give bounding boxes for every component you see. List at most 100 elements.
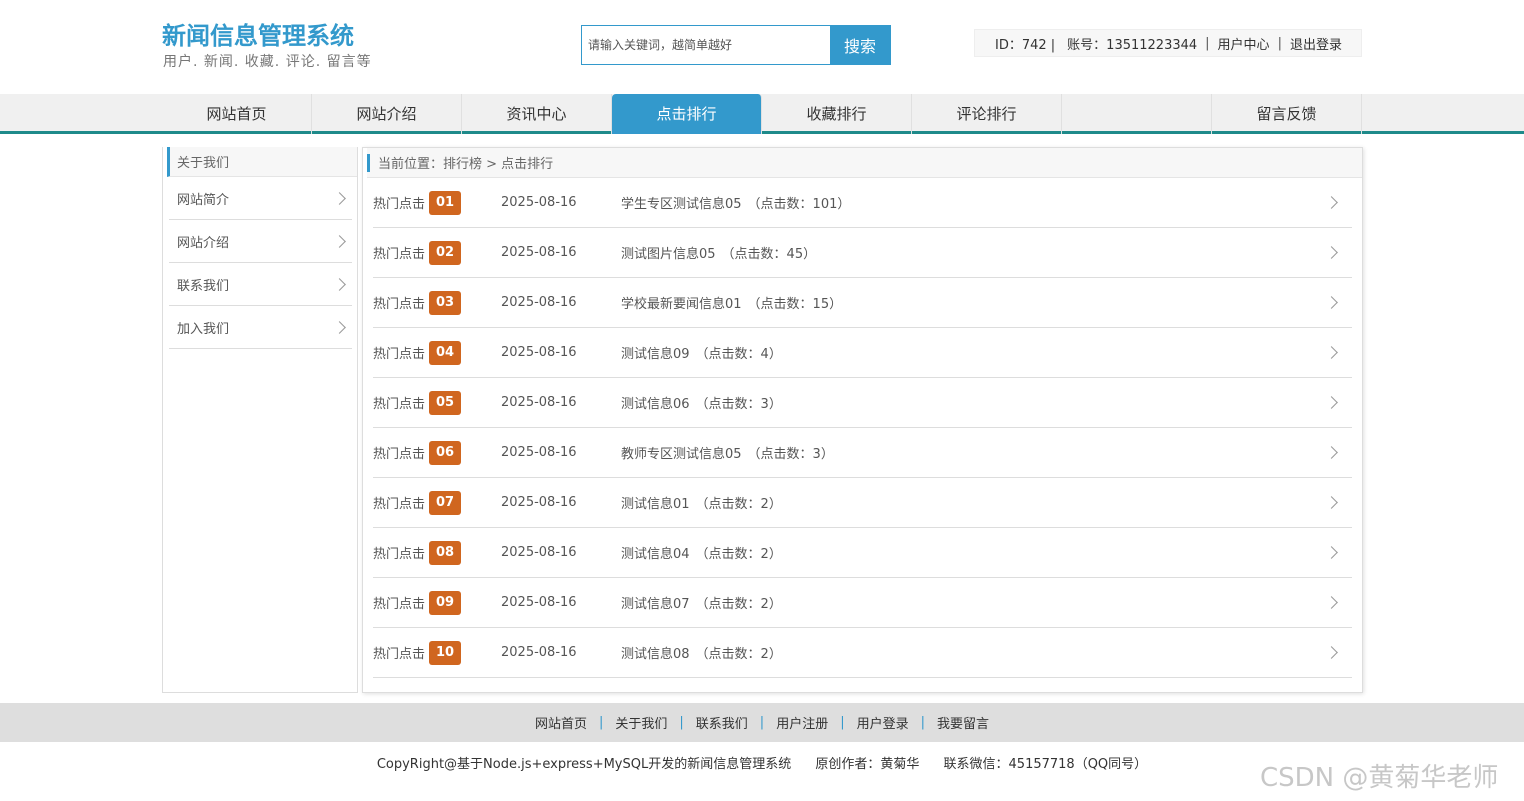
- hot-click-label: 热门点击: [373, 297, 426, 312]
- sidebar-item-label: 网站介绍: [177, 235, 230, 251]
- ranking-panel: 当前位置：排行榜 > 点击排行 热门点击 01 2025-08-16 学生专区测试信息…: [362, 147, 1363, 693]
- ranking-row[interactable]: 热门点击 02 2025-08-16 测试图片信息05 （点击数：45）: [373, 228, 1352, 278]
- footer-nav: 网站首页 | 关于我们 | 联系我们 | 用户注册 | 用户登录 | 我要留言: [0, 703, 1524, 742]
- separator: |: [679, 715, 684, 730]
- footer-link-login[interactable]: 用户登录: [857, 713, 909, 732]
- logout-link[interactable]: 退出登录: [1290, 34, 1342, 53]
- sidebar-item-join[interactable]: 加入我们: [169, 306, 352, 349]
- chevron-right-icon: [1325, 296, 1338, 309]
- rank-badge: 05: [429, 390, 461, 415]
- news-date: 2025-08-16: [501, 245, 577, 260]
- ranking-row[interactable]: 热门点击 07 2025-08-16 测试信息01 （点击数：2）: [373, 478, 1352, 528]
- hot-click-label: 热门点击: [373, 347, 426, 362]
- news-title[interactable]: 测试信息08: [621, 647, 690, 662]
- separator: |: [1277, 35, 1282, 51]
- contact-text: 联系微信：45157718（QQ同号）: [943, 757, 1148, 772]
- news-title[interactable]: 学生专区测试信息05: [621, 197, 742, 212]
- footer-link-home[interactable]: 网站首页: [535, 713, 587, 732]
- separator: |: [1205, 35, 1210, 51]
- nav-item-click-ranking[interactable]: 点击排行: [612, 94, 762, 134]
- news-date: 2025-08-16: [501, 595, 577, 610]
- rank-badge: 01: [429, 190, 461, 215]
- news-title[interactable]: 测试信息07: [621, 597, 690, 612]
- ranking-row[interactable]: 热门点击 03 2025-08-16 学校最新要闻信息01 （点击数：15）: [373, 278, 1352, 328]
- footer-link-about[interactable]: 关于我们: [615, 713, 667, 732]
- ranking-row[interactable]: 热门点击 01 2025-08-16 学生专区测试信息05 （点击数：101）: [373, 178, 1352, 228]
- ranking-row[interactable]: 热门点击 10 2025-08-16 测试信息08 （点击数：2）: [373, 628, 1352, 678]
- click-count: （点击数：2）: [695, 647, 782, 662]
- site-subtitle: 用户. 新闻. 收藏. 评论. 留言等: [163, 54, 372, 70]
- sidebar-heading: 关于我们: [167, 147, 357, 177]
- sidebar-item-intro[interactable]: 网站介绍: [169, 220, 352, 263]
- news-title[interactable]: 测试信息04: [621, 547, 690, 562]
- search-button[interactable]: 搜索: [830, 26, 890, 64]
- chevron-right-icon: [1325, 546, 1338, 559]
- sidebar-item-label: 联系我们: [177, 278, 230, 294]
- user-center-link[interactable]: 用户中心: [1218, 34, 1270, 53]
- click-count: （点击数：2）: [695, 497, 782, 512]
- breadcrumb: 当前位置：排行榜 > 点击排行: [367, 148, 1362, 178]
- footer-link-message[interactable]: 我要留言: [937, 713, 989, 732]
- separator: |: [840, 715, 845, 730]
- site-title[interactable]: 新闻信息管理系统: [162, 16, 354, 51]
- ranking-row[interactable]: 热门点击 06 2025-08-16 教师专区测试信息05 （点击数：3）: [373, 428, 1352, 478]
- news-title[interactable]: 测试图片信息05: [621, 247, 716, 262]
- news-title-group: 测试信息01 （点击数：2）: [621, 493, 1327, 512]
- news-title-group: 教师专区测试信息05 （点击数：3）: [621, 443, 1327, 462]
- nav-item-home[interactable]: 网站首页: [162, 94, 312, 134]
- user-id: ID：742 |: [995, 37, 1056, 53]
- news-title[interactable]: 测试信息01: [621, 497, 690, 512]
- news-title[interactable]: 教师专区测试信息05: [621, 447, 742, 462]
- rank-badge: 02: [429, 240, 461, 265]
- sidebar-item-contact[interactable]: 联系我们: [169, 263, 352, 306]
- rank-badge: 07: [429, 490, 461, 515]
- ranking-row[interactable]: 热门点击 09 2025-08-16 测试信息07 （点击数：2）: [373, 578, 1352, 628]
- nav-item-intro[interactable]: 网站介绍: [312, 94, 462, 134]
- news-date: 2025-08-16: [501, 395, 577, 410]
- news-date: 2025-08-16: [501, 495, 577, 510]
- sidebar-item-label: 加入我们: [177, 321, 230, 337]
- breadcrumb-text: 当前位置：排行榜 > 点击排行: [378, 157, 554, 172]
- chevron-right-icon: [1325, 596, 1338, 609]
- hot-click-label: 热门点击: [373, 597, 426, 612]
- rank-badge: 03: [429, 290, 461, 315]
- hot-click-label: 热门点击: [373, 247, 426, 262]
- news-date: 2025-08-16: [501, 195, 577, 210]
- search-input[interactable]: [582, 26, 830, 64]
- nav-item-comment-ranking[interactable]: 评论排行: [912, 94, 1062, 134]
- footer-link-register[interactable]: 用户注册: [776, 713, 828, 732]
- separator: |: [920, 715, 925, 730]
- watermark: CSDN @黄菊华老师: [1260, 763, 1499, 793]
- rank-badge: 08: [429, 540, 461, 565]
- hot-click-label: 热门点击: [373, 647, 426, 662]
- rank-badge: 09: [429, 590, 461, 615]
- nav-item-favorite-ranking[interactable]: 收藏排行: [762, 94, 912, 134]
- news-title[interactable]: 学校最新要闻信息01: [621, 297, 742, 312]
- news-title[interactable]: 测试信息09: [621, 347, 690, 362]
- rank-badge: 06: [429, 440, 461, 465]
- news-title-group: 学校最新要闻信息01 （点击数：15）: [621, 293, 1327, 312]
- click-count: （点击数：3）: [747, 447, 834, 462]
- click-count: （点击数：2）: [695, 547, 782, 562]
- chevron-right-icon: [1325, 646, 1338, 659]
- breadcrumb-accent-bar: [367, 153, 370, 172]
- ranking-row[interactable]: 热门点击 04 2025-08-16 测试信息09 （点击数：4）: [373, 328, 1352, 378]
- sidebar-item-profile[interactable]: 网站简介: [169, 177, 352, 220]
- footer-link-contact[interactable]: 联系我们: [696, 713, 748, 732]
- news-title[interactable]: 测试信息06: [621, 397, 690, 412]
- news-title-group: 测试信息07 （点击数：2）: [621, 593, 1327, 612]
- nav-item-news[interactable]: 资讯中心: [462, 94, 612, 134]
- chevron-right-icon: [333, 277, 346, 291]
- ranking-row[interactable]: 热门点击 05 2025-08-16 测试信息06 （点击数：3）: [373, 378, 1352, 428]
- news-date: 2025-08-16: [501, 445, 577, 460]
- nav-item-feedback[interactable]: 留言反馈: [1212, 94, 1362, 134]
- sidebar: 关于我们 网站简介 网站介绍 联系我们 加入我们: [162, 147, 358, 693]
- ranking-row[interactable]: 热门点击 08 2025-08-16 测试信息04 （点击数：2）: [373, 528, 1352, 578]
- chevron-right-icon: [1325, 496, 1338, 509]
- hot-click-label: 热门点击: [373, 397, 426, 412]
- rank-badge: 04: [429, 340, 461, 365]
- news-title-group: 测试图片信息05 （点击数：45）: [621, 243, 1327, 262]
- chevron-right-icon: [1325, 346, 1338, 359]
- click-count: （点击数：45）: [721, 247, 817, 262]
- hot-click-label: 热门点击: [373, 447, 426, 462]
